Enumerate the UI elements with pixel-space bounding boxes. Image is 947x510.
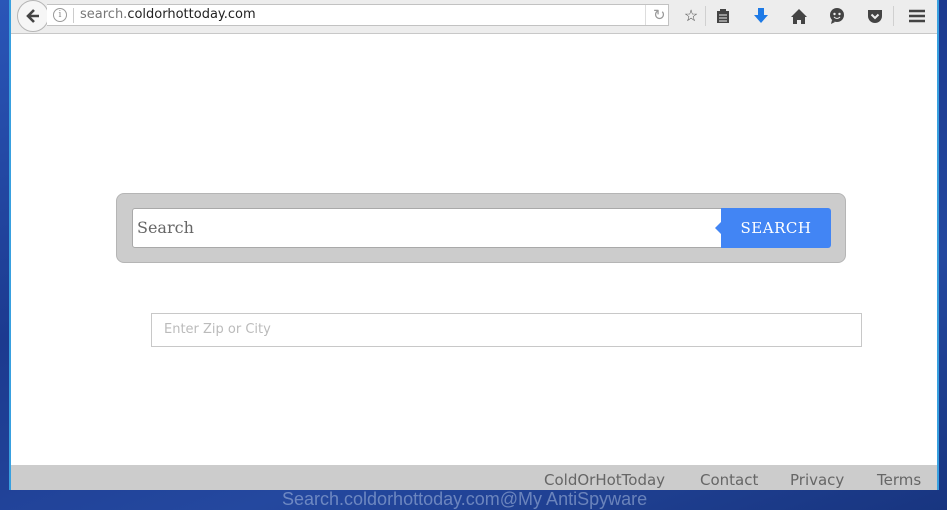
- chat-icon[interactable]: [827, 6, 847, 26]
- toolbar-separator: [705, 6, 706, 26]
- url-bar[interactable]: i search.coldorhottoday.com ↻: [47, 4, 669, 26]
- toolbar-separator: [893, 6, 894, 26]
- search-input[interactable]: Search: [132, 208, 722, 248]
- search-box: Search SEARCH: [116, 193, 846, 263]
- bookmark-star-icon[interactable]: ☆: [681, 6, 701, 26]
- pocket-icon[interactable]: [865, 6, 885, 26]
- reload-separator: [645, 5, 646, 25]
- footer-link-terms[interactable]: Terms: [877, 471, 921, 489]
- info-icon[interactable]: i: [53, 8, 67, 22]
- reading-list-icon[interactable]: [713, 6, 733, 26]
- footer-link-coldorhottoday[interactable]: ColdOrHotToday: [544, 471, 665, 489]
- zip-city-input[interactable]: Enter Zip or City: [151, 313, 862, 347]
- reload-icon[interactable]: ↻: [653, 6, 666, 24]
- footer-link-privacy[interactable]: Privacy: [790, 471, 844, 489]
- url-separator: [73, 8, 74, 23]
- back-arrow-icon: [26, 9, 39, 23]
- watermark-text: Search.coldorhottoday.com@My AntiSpyware: [282, 489, 648, 509]
- download-icon[interactable]: [751, 6, 771, 26]
- footer: ColdOrHotToday Contact Privacy Terms: [11, 465, 937, 490]
- page-content: Search SEARCH Enter Zip or City: [11, 35, 937, 465]
- home-icon[interactable]: [789, 6, 809, 26]
- menu-icon[interactable]: [907, 6, 927, 26]
- browser-toolbar: i search.coldorhottoday.com ↻ ☆: [11, 0, 937, 34]
- browser-window: i search.coldorhottoday.com ↻ ☆ Search S…: [9, 0, 939, 490]
- footer-link-contact[interactable]: Contact: [700, 471, 758, 489]
- search-button[interactable]: SEARCH: [715, 208, 831, 248]
- url-text[interactable]: search.coldorhottoday.com: [80, 7, 256, 22]
- back-button[interactable]: [17, 0, 49, 32]
